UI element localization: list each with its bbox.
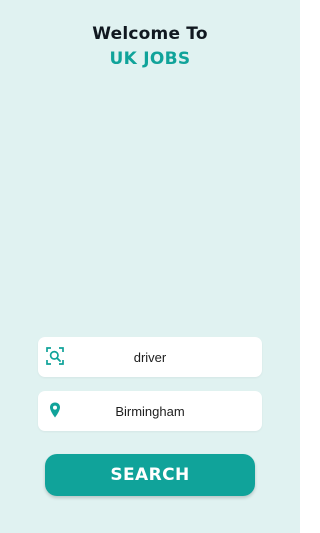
brand-title: UK JOBS <box>109 49 191 69</box>
app-screen: Welcome To UK JOBS SEARCH <box>0 0 300 533</box>
keyword-field[interactable] <box>38 337 262 377</box>
search-button[interactable]: SEARCH <box>45 454 255 496</box>
keyword-input[interactable] <box>68 337 232 377</box>
location-field[interactable] <box>38 391 262 431</box>
welcome-heading: Welcome To <box>92 24 208 44</box>
location-input[interactable] <box>68 391 232 431</box>
search-icon <box>46 347 64 365</box>
location-pin-icon <box>50 402 60 418</box>
